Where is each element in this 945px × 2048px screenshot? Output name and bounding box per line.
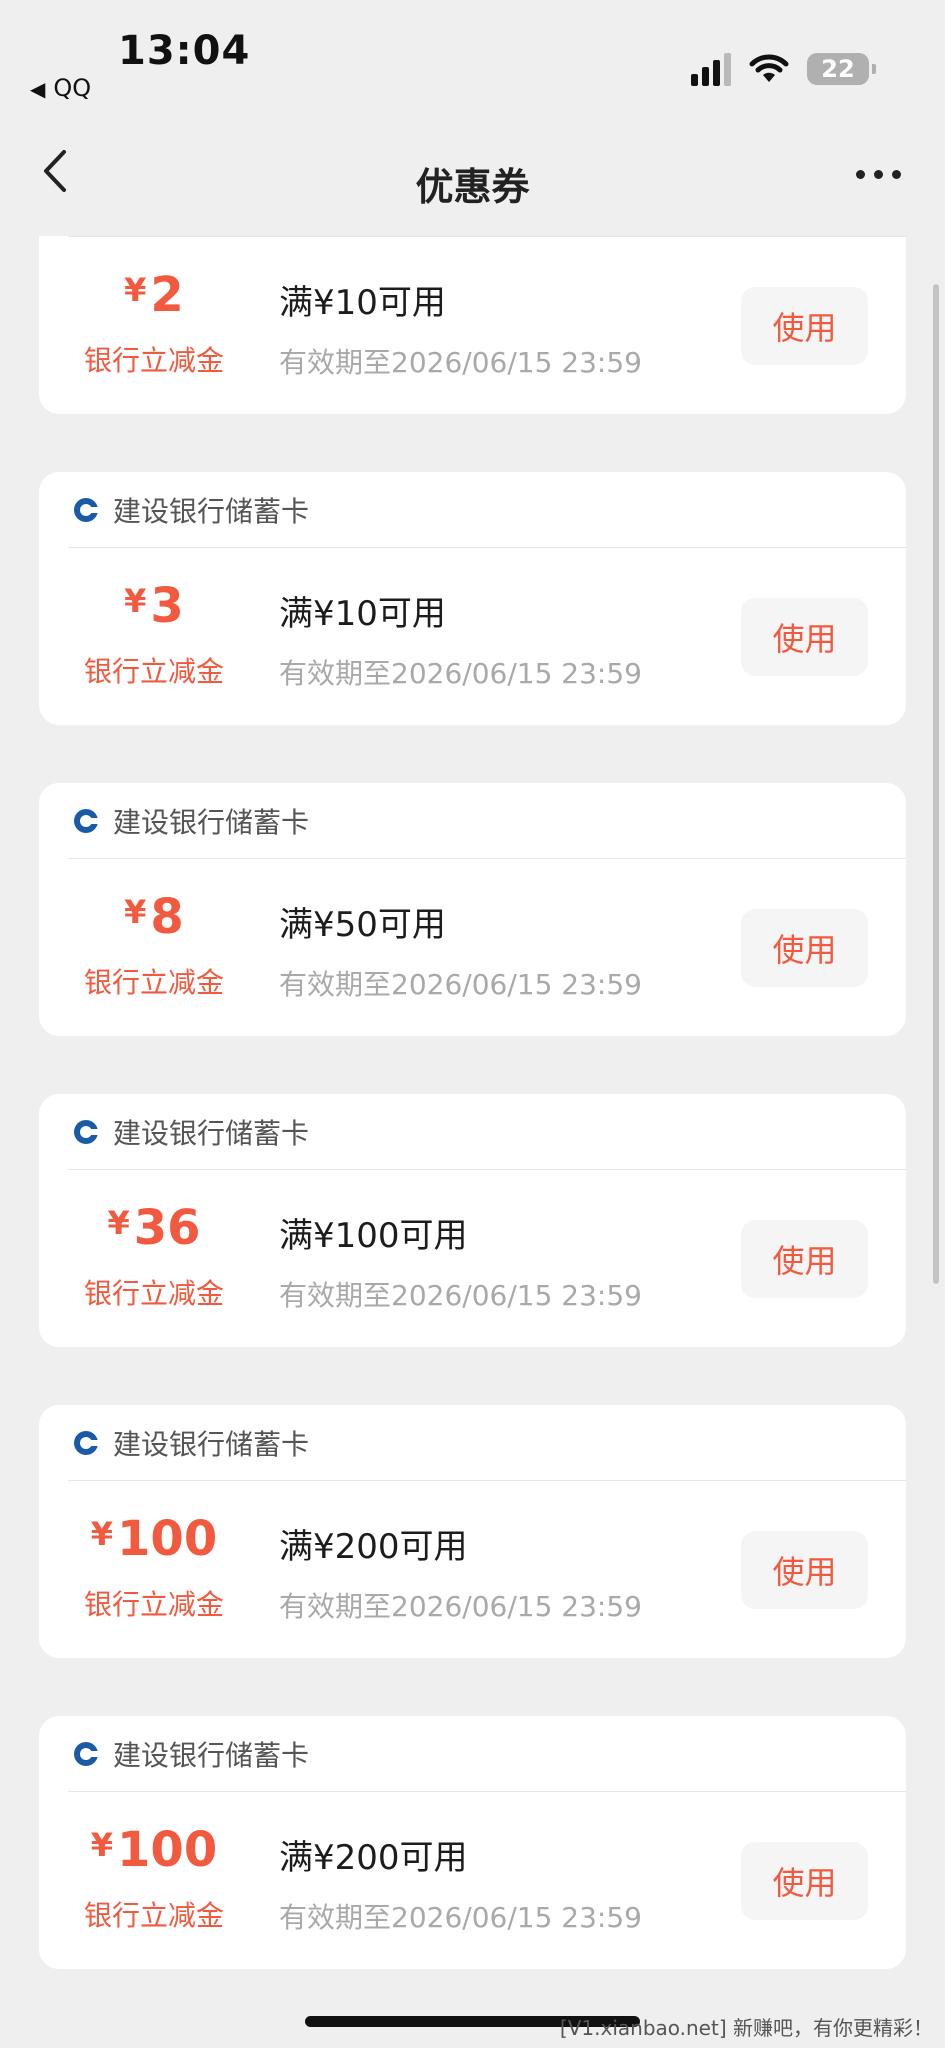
coupon-card-header: 建设银行储蓄卡 xyxy=(68,1094,906,1170)
coupon-card: 建设银行储蓄卡 ¥3 银行立减金 满¥10可用有效期至2026/06/15 23:59… xyxy=(39,472,906,725)
back-to-app-link[interactable]: ◀ QQ xyxy=(30,74,91,102)
use-coupon-button[interactable]: 使用 xyxy=(741,1220,868,1298)
status-icons: 22 xyxy=(691,52,876,86)
coupon-card-body: ¥36 银行立减金 满¥100可用有效期至2026/06/15 23:59 使用 xyxy=(39,1170,906,1347)
coupon-card-header: 建设银行储蓄卡 xyxy=(68,1405,906,1481)
coupon-condition: 满¥100可用 xyxy=(279,1216,468,1256)
use-coupon-button[interactable]: 使用 xyxy=(741,1531,868,1609)
coupon-type-label: 银行立减金 xyxy=(83,1588,224,1621)
coupon-expiry: 有效期至2026/06/15 23:59 xyxy=(279,1901,642,1934)
coupon-amount: ¥8 xyxy=(39,889,269,945)
coupon-card: 建设银行储蓄卡¥2银行立减金满¥10可用有效期至2026/06/15 23:59… xyxy=(39,236,906,414)
coupon-type-label: 银行立减金 xyxy=(83,1277,224,1310)
coupon-type-label: 银行立减金 xyxy=(83,966,224,999)
coupon-expiry: 有效期至2026/06/15 23:59 xyxy=(279,657,642,690)
amount-value: 8 xyxy=(150,889,184,945)
currency-symbol: ¥ xyxy=(124,893,147,931)
more-dot-icon xyxy=(874,170,883,179)
coupon-card-body: ¥8 银行立减金 满¥50可用有效期至2026/06/15 23:59 使用 xyxy=(39,859,906,1036)
coupon-card-body: ¥3 银行立减金 满¥10可用有效期至2026/06/15 23:59 使用 xyxy=(39,548,906,725)
coupon-amount: ¥100 xyxy=(39,1822,269,1878)
currency-symbol: ¥ xyxy=(124,271,147,309)
currency-symbol: ¥ xyxy=(124,582,147,620)
ccb-bank-icon xyxy=(74,1741,99,1766)
amount-value: 100 xyxy=(117,1822,218,1878)
currency-symbol: ¥ xyxy=(90,1826,114,1864)
bank-name: 建设银行储蓄卡 xyxy=(113,1738,310,1772)
coupon-type-label: 银行立减金 xyxy=(83,655,224,688)
watermark-text: [V1.xianbao.net] 新赚吧，有你更精彩！ xyxy=(559,2016,933,2040)
coupon-amount: ¥36 xyxy=(39,1200,269,1256)
coupon-condition: 满¥200可用 xyxy=(279,1527,468,1567)
coupon-expiry: 有效期至2026/06/15 23:59 xyxy=(279,1590,642,1623)
use-coupon-button[interactable]: 使用 xyxy=(741,598,868,676)
coupon-card-header: 建设银行储蓄卡 xyxy=(68,472,906,548)
coupon-expiry: 有效期至2026/06/15 23:59 xyxy=(279,346,642,379)
back-app-label: QQ xyxy=(53,74,92,102)
ccb-bank-icon xyxy=(74,1430,99,1455)
coupon-card: 建设银行储蓄卡 ¥100 银行立减金 满¥200可用有效期至2026/06/15 23… xyxy=(39,1716,906,1969)
battery-icon: 22 xyxy=(807,53,876,85)
status-time: 13:04 xyxy=(118,28,251,74)
coupon-card: 建设银行储蓄卡 ¥8 银行立减金 满¥50可用有效期至2026/06/15 23:59… xyxy=(39,783,906,1036)
coupon-condition: 满¥10可用 xyxy=(279,283,446,323)
cellular-signal-icon xyxy=(691,52,731,86)
bank-name: 建设银行储蓄卡 xyxy=(113,1116,310,1150)
use-coupon-button[interactable]: 使用 xyxy=(741,909,868,987)
coupon-card-body: ¥100 银行立减金 满¥200可用有效期至2026/06/15 23:59 使用 xyxy=(39,1481,906,1658)
ccb-bank-icon xyxy=(74,1119,99,1144)
coupon-type-label: 银行立减金 xyxy=(83,344,224,377)
coupon-condition: 满¥200可用 xyxy=(279,1838,468,1878)
more-dot-icon xyxy=(892,170,901,179)
amount-value: 2 xyxy=(150,267,184,323)
coupon-amount: ¥3 xyxy=(39,578,269,634)
bank-name: 建设银行储蓄卡 xyxy=(113,805,310,839)
wifi-icon xyxy=(749,54,789,84)
coupon-expiry: 有效期至2026/06/15 23:59 xyxy=(279,1279,642,1312)
page-title: 优惠券 xyxy=(415,165,530,209)
ccb-bank-icon xyxy=(74,808,99,833)
use-coupon-button[interactable]: 使用 xyxy=(741,287,868,365)
ccb-bank-icon xyxy=(74,497,99,522)
back-triangle-icon: ◀ xyxy=(30,77,46,101)
coupon-card-body: ¥2 银行立减金 满¥10可用有效期至2026/06/15 23:59 使用 xyxy=(39,237,906,414)
currency-symbol: ¥ xyxy=(90,1515,114,1553)
scrollbar[interactable] xyxy=(933,284,939,1284)
bank-name: 建设银行储蓄卡 xyxy=(113,1427,310,1461)
coupon-condition: 满¥10可用 xyxy=(279,594,446,634)
amount-value: 100 xyxy=(117,1511,218,1567)
coupon-card: 建设银行储蓄卡 ¥100 银行立减金 满¥200可用有效期至2026/06/15 23… xyxy=(39,1405,906,1658)
coupon-expiry: 有效期至2026/06/15 23:59 xyxy=(279,968,642,1001)
amount-value: 3 xyxy=(150,578,184,634)
more-menu-button[interactable] xyxy=(856,170,901,179)
coupon-list[interactable]: 建设银行储蓄卡¥2银行立减金满¥10可用有效期至2026/06/15 23:59… xyxy=(0,236,945,2048)
coupon-card-header: 建设银行储蓄卡 xyxy=(68,1716,906,1792)
coupon-amount: ¥100 xyxy=(39,1511,269,1567)
coupon-card-header: 建设银行储蓄卡 xyxy=(68,783,906,859)
more-dot-icon xyxy=(856,170,865,179)
coupon-type-label: 银行立减金 xyxy=(83,1899,224,1932)
use-coupon-button[interactable]: 使用 xyxy=(741,1842,868,1920)
amount-value: 36 xyxy=(133,1200,201,1256)
coupon-condition: 满¥50可用 xyxy=(279,905,446,945)
coupon-amount: ¥2 xyxy=(39,267,269,323)
bank-name: 建设银行储蓄卡 xyxy=(113,494,310,528)
currency-symbol: ¥ xyxy=(107,1204,130,1242)
coupon-card-body: ¥100 银行立减金 满¥200可用有效期至2026/06/15 23:59 使用 xyxy=(39,1792,906,1969)
coupon-card: 建设银行储蓄卡 ¥36 银行立减金 满¥100可用有效期至2026/06/15 23:… xyxy=(39,1094,906,1347)
